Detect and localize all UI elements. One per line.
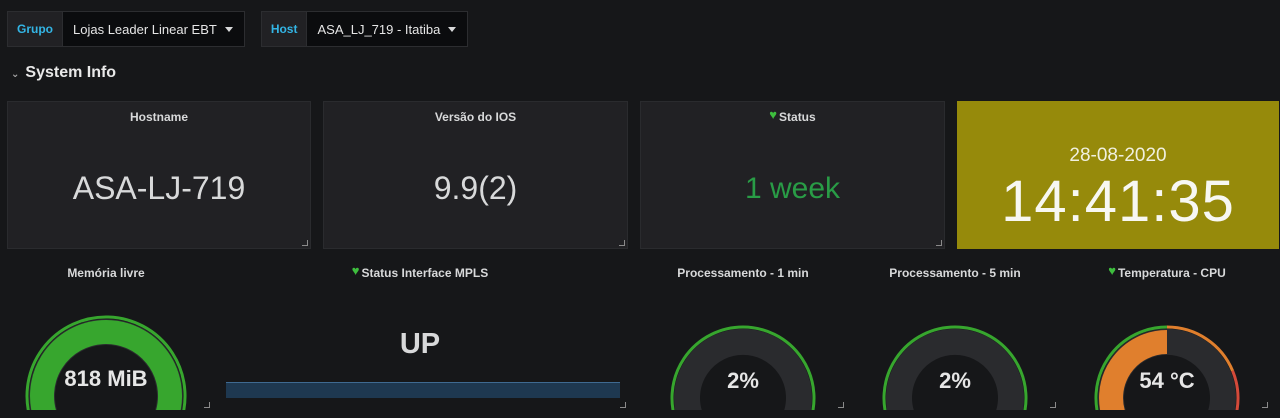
- variable-grupo[interactable]: Grupo Lojas Leader Linear EBT: [7, 11, 245, 47]
- ios-version-value: 9.9(2): [433, 170, 518, 206]
- row-title: System Info: [25, 64, 117, 81]
- variable-grupo-label: Grupo: [8, 12, 63, 46]
- panel-title-mpls: Status Interface MPLS: [361, 266, 489, 280]
- panel-ios-version[interactable]: Versão do IOS 9.9(2): [323, 101, 628, 249]
- proc5-value: 2%: [939, 368, 971, 393]
- variable-host-value: ASA_LJ_719 - Itatiba: [317, 21, 441, 37]
- hostname-value: ASA-LJ-719: [72, 170, 246, 206]
- variable-host-dropdown[interactable]: ASA_LJ_719 - Itatiba: [307, 12, 468, 46]
- panel-hostname[interactable]: Hostname ASA-LJ-719: [7, 101, 311, 249]
- panel-status-mpls[interactable]: ♥ Status Interface MPLS UP: [212, 258, 628, 410]
- resize-handle[interactable]: [838, 402, 844, 408]
- mpls-sparkline: [226, 382, 620, 398]
- resize-handle[interactable]: [936, 240, 942, 246]
- heart-icon: ♥: [351, 262, 360, 278]
- clock-date: 28-08-2020: [1069, 145, 1167, 166]
- status-value: 1 week: [744, 172, 841, 205]
- resize-handle[interactable]: [1050, 402, 1056, 408]
- row-toggle-system-info[interactable]: ⌄ System Info: [11, 64, 116, 82]
- heart-icon: ♥: [769, 106, 778, 122]
- panel-title-ios: Versão do IOS: [434, 110, 517, 124]
- mpls-status-value: UP: [399, 328, 441, 360]
- panel-title-status: Status: [779, 110, 816, 124]
- resize-handle[interactable]: [619, 240, 625, 246]
- panel-clock[interactable]: 28-08-2020 14:41:35: [957, 101, 1279, 249]
- variable-host-label: Host: [261, 12, 308, 46]
- panel-title-hostname: Hostname: [129, 110, 188, 124]
- panel-memoria-livre[interactable]: Memória livre 818 MiB: [0, 258, 212, 410]
- variable-grupo-dropdown[interactable]: Lojas Leader Linear EBT: [63, 12, 244, 46]
- template-variables: Grupo Lojas Leader Linear EBT Host ASA_L…: [7, 11, 469, 47]
- resize-handle[interactable]: [204, 402, 210, 408]
- panel-temperatura-cpu[interactable]: ♥ Temperatura - CPU 54 °C: [1064, 258, 1270, 410]
- proc1-value: 2%: [727, 368, 759, 393]
- chevron-down-icon: ⌄: [11, 68, 20, 80]
- variable-grupo-value: Lojas Leader Linear EBT: [73, 21, 217, 37]
- panel-processamento-1min[interactable]: Processamento - 1 min 2%: [640, 258, 846, 410]
- resize-handle[interactable]: [302, 240, 308, 246]
- resize-handle[interactable]: [1262, 402, 1268, 408]
- variable-host[interactable]: Host ASA_LJ_719 - Itatiba: [260, 11, 469, 47]
- clock-time: 14:41:35: [1001, 169, 1235, 234]
- resize-handle[interactable]: [620, 402, 626, 408]
- caret-down-icon: [448, 26, 457, 32]
- memoria-value: 818 MiB: [64, 366, 148, 391]
- temp-value: 54 °C: [1139, 368, 1195, 393]
- panel-status[interactable]: ♥ Status 1 week: [640, 101, 945, 249]
- panel-processamento-5min[interactable]: Processamento - 5 min 2%: [852, 258, 1058, 410]
- caret-down-icon: [224, 26, 233, 32]
